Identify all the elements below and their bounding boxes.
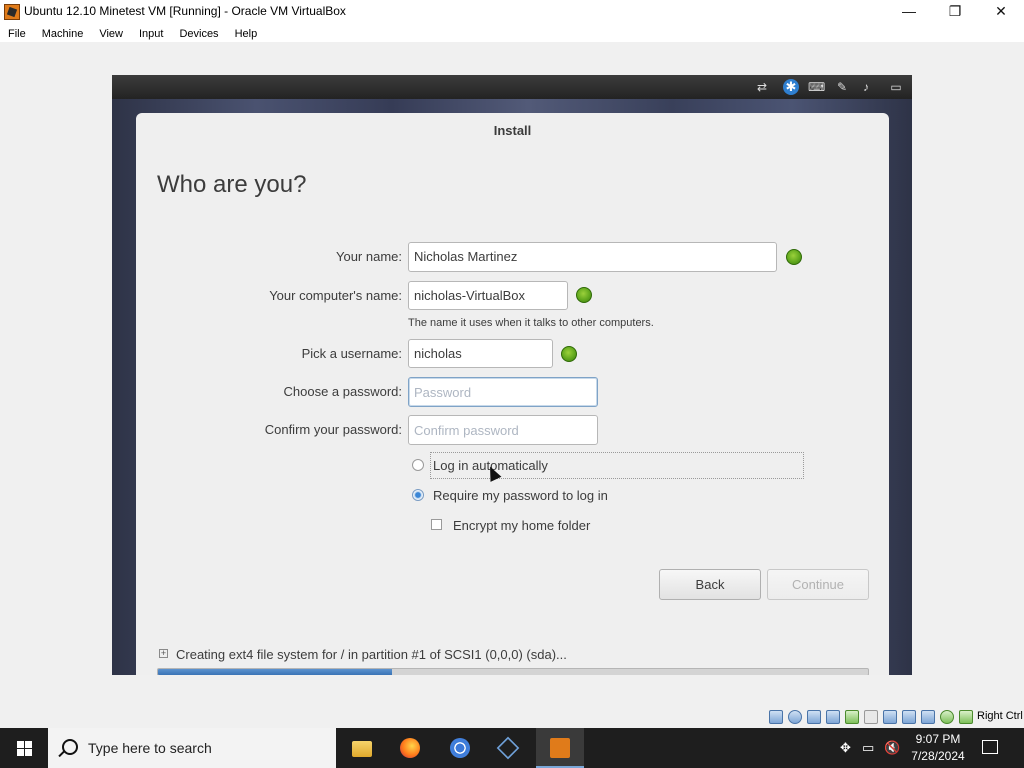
network-adapter-icon[interactable]: [826, 710, 840, 724]
cpu-icon[interactable]: [959, 710, 973, 724]
menu-input[interactable]: Input: [131, 25, 171, 43]
display-icon[interactable]: [883, 710, 897, 724]
volume-muted-icon[interactable]: 🔇: [884, 740, 900, 756]
install-progress-bar: [157, 668, 869, 675]
chrome-icon: [450, 738, 470, 758]
virtualbox-app-icon[interactable]: [4, 4, 20, 20]
require-password-radio[interactable]: [412, 489, 424, 501]
password-label: Choose a password:: [283, 384, 402, 399]
username-field[interactable]: nicholas: [408, 339, 553, 368]
computer-name-field[interactable]: nicholas-VirtualBox: [408, 281, 568, 310]
require-password-label[interactable]: Require my password to log in: [433, 488, 608, 503]
menu-view[interactable]: View: [91, 25, 131, 43]
optical-drive-icon[interactable]: [788, 710, 802, 724]
shared-folders-icon[interactable]: [864, 710, 878, 724]
your-name-field[interactable]: Nicholas Martinez: [408, 242, 777, 272]
menu-devices[interactable]: Devices: [171, 25, 226, 43]
auto-login-radio[interactable]: [412, 459, 424, 471]
start-button[interactable]: [0, 728, 48, 768]
confirm-password-label: Confirm your password:: [264, 422, 402, 437]
vm-window-taskbar-button[interactable]: [536, 728, 584, 768]
window-title: Ubuntu 12.10 Minetest VM [Running] - Ora…: [24, 4, 346, 18]
system-tray: ✥ ▭ 🔇: [838, 728, 908, 768]
taskbar: Type here to search ✥ ▭ 🔇 9:07 PM 7/28/2…: [0, 728, 1024, 768]
host-key-label: Right Ctrl: [977, 710, 1023, 722]
firefox-icon: [400, 738, 420, 758]
folder-icon: [352, 741, 372, 757]
windows-logo-icon: [17, 741, 32, 756]
installer-title: Install: [493, 123, 532, 138]
menu-machine[interactable]: Machine: [34, 25, 92, 43]
minimize-button[interactable]: —: [886, 0, 932, 24]
notifications-icon[interactable]: [982, 740, 998, 754]
input-method-icon[interactable]: ✎: [834, 79, 850, 95]
expand-details-icon[interactable]: +: [159, 649, 168, 658]
virtualbox-icon: [496, 736, 520, 760]
back-button[interactable]: Back: [659, 569, 761, 600]
virtualization-icon[interactable]: [921, 710, 935, 724]
maximize-button[interactable]: ❐: [932, 0, 978, 24]
keyboard-icon[interactable]: ⌨: [808, 79, 825, 95]
usb-icon[interactable]: [845, 710, 859, 724]
clock-date[interactable]: 7/28/2024: [908, 749, 968, 763]
installer-dialog: Install Who are you? Your name: Nicholas…: [136, 113, 889, 675]
computer-name-valid-icon: [576, 287, 592, 303]
confirm-password-field[interactable]: [408, 415, 598, 445]
audio-icon[interactable]: [807, 710, 821, 724]
search-placeholder: Type here to search: [88, 740, 212, 756]
video-capture-icon[interactable]: [902, 710, 916, 724]
display-icon[interactable]: ▭: [886, 79, 906, 95]
firefox-taskbar-button[interactable]: [386, 728, 434, 768]
vm-top-panel: ⇄ ✱ ⌨ ✎ ♪ ▭: [112, 75, 912, 99]
menu-help[interactable]: Help: [227, 25, 266, 43]
menu-bar: File Machine View Input Devices Help: [0, 24, 1024, 42]
vm-window-icon: [550, 738, 570, 758]
clock-time[interactable]: 9:07 PM: [908, 732, 968, 746]
page-heading: Who are you?: [157, 171, 307, 198]
taskbar-search-box[interactable]: Type here to search: [48, 728, 336, 768]
file-explorer-taskbar-button[interactable]: [338, 728, 386, 768]
hard-disk-icon[interactable]: [769, 710, 783, 724]
your-name-label: Your name:: [335, 249, 402, 264]
chrome-taskbar-button[interactable]: [436, 728, 484, 768]
volume-icon[interactable]: ♪: [858, 79, 874, 95]
close-button[interactable]: ✕: [978, 0, 1024, 24]
install-progress-fill: [158, 669, 393, 675]
computer-name-hint: The name it uses when it talks to other …: [408, 317, 654, 329]
chat-icon[interactable]: ▭: [862, 740, 874, 756]
network-status-icon[interactable]: ✥: [840, 740, 851, 756]
username-label: Pick a username:: [301, 346, 402, 361]
encrypt-home-label[interactable]: Encrypt my home folder: [453, 518, 590, 533]
continue-button[interactable]: Continue: [767, 569, 869, 600]
username-valid-icon: [561, 346, 577, 362]
menu-file[interactable]: File: [0, 25, 34, 43]
mouse-integration-icon[interactable]: [940, 710, 954, 724]
name-valid-icon: [786, 249, 802, 265]
password-field[interactable]: [408, 377, 598, 407]
install-status-text: Creating ext4 file system for / in parti…: [176, 647, 567, 662]
window-titlebar: Ubuntu 12.10 Minetest VM [Running] - Ora…: [0, 0, 1024, 24]
accessibility-icon[interactable]: ✱: [783, 79, 799, 95]
encrypt-home-checkbox[interactable]: [431, 519, 442, 530]
search-icon: [62, 739, 78, 755]
network-icon[interactable]: ⇄: [754, 79, 770, 95]
virtualbox-taskbar-button[interactable]: [484, 728, 532, 768]
vm-display[interactable]: ⇄ ✱ ⌨ ✎ ♪ ▭ Install Who are you? Your na…: [112, 75, 912, 675]
computer-name-label: Your computer's name:: [269, 288, 402, 303]
